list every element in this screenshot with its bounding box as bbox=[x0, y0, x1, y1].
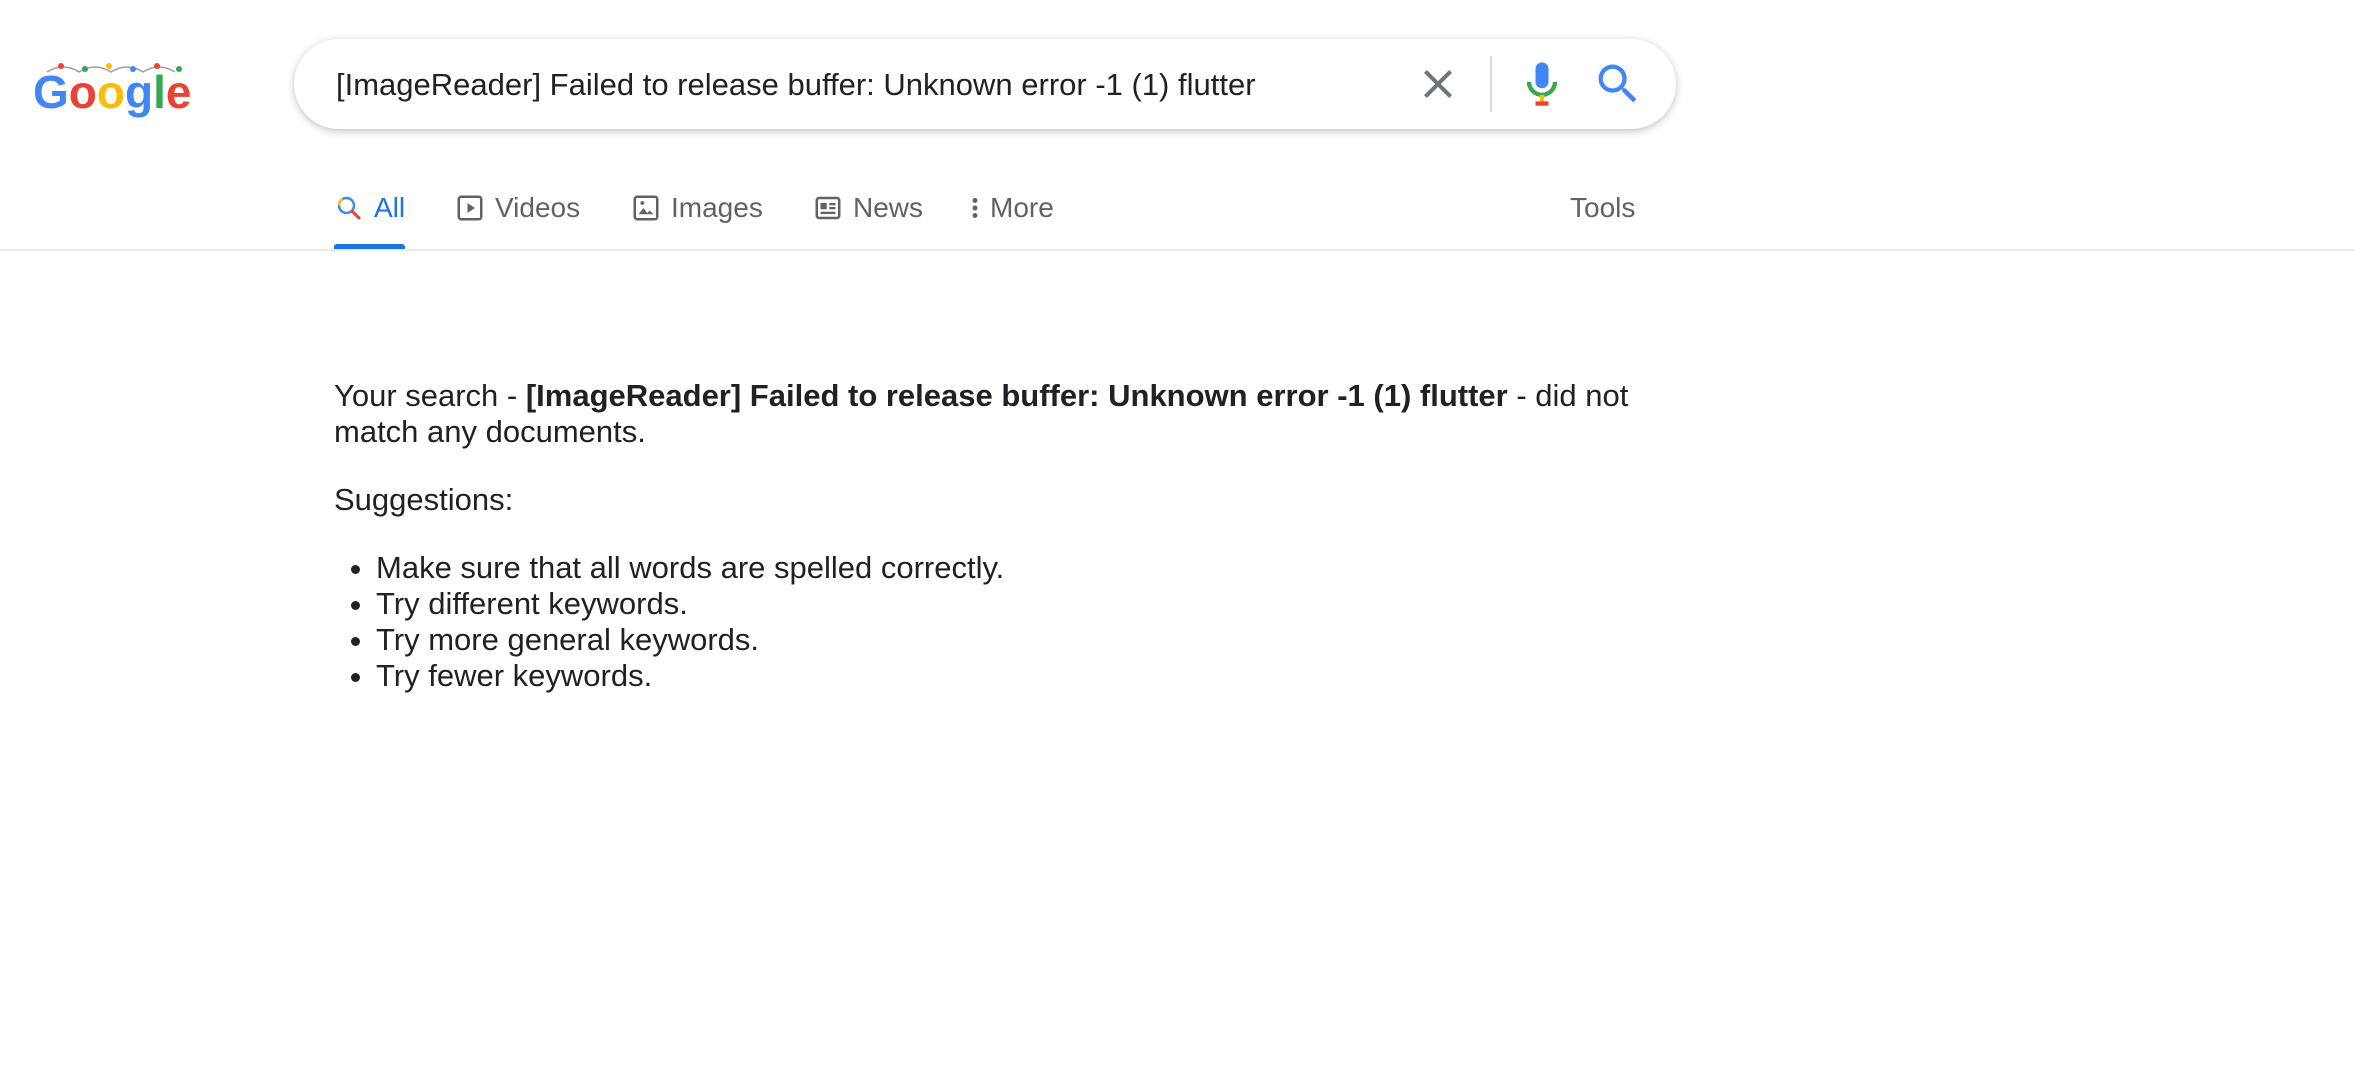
tabs-divider bbox=[0, 249, 2354, 251]
suggestion-item: Try different keywords. bbox=[376, 586, 1634, 622]
tab-label: More bbox=[990, 192, 1054, 223]
suggestion-item: Make sure that all words are spelled cor… bbox=[376, 550, 1634, 586]
google-doodle-logo: Google bbox=[33, 63, 191, 118]
tab-label: All bbox=[374, 192, 406, 223]
no-results-message: Your search - [ImageReader] Failed to re… bbox=[334, 378, 1634, 694]
search-icon bbox=[334, 193, 364, 223]
suggestions-list: Make sure that all words are spelled cor… bbox=[334, 550, 1634, 694]
search-box-divider bbox=[1490, 56, 1492, 112]
tab-all[interactable]: All bbox=[334, 180, 406, 250]
searched-query: [ImageReader] Failed to release buffer: … bbox=[525, 378, 1508, 413]
tab-more[interactable]: More bbox=[968, 180, 1054, 250]
image-icon bbox=[631, 193, 661, 223]
play-icon bbox=[455, 193, 485, 223]
tab-label: Images bbox=[671, 192, 763, 223]
no-match-prefix: Your search - bbox=[334, 378, 526, 413]
tab-images[interactable]: Images bbox=[631, 180, 763, 250]
tab-label: Videos bbox=[495, 192, 581, 223]
suggestion-item: Try fewer keywords. bbox=[376, 658, 1634, 694]
search-input[interactable] bbox=[334, 39, 1378, 131]
tab-news[interactable]: News bbox=[813, 180, 923, 250]
tab-label: News bbox=[853, 192, 924, 223]
suggestion-item: Try more general keywords. bbox=[376, 622, 1634, 658]
search-box[interactable] bbox=[294, 39, 1676, 131]
tools-label: Tools bbox=[1570, 192, 1636, 223]
google-logo[interactable]: Google bbox=[33, 56, 193, 120]
svg-text:Google: Google bbox=[33, 66, 191, 118]
tools-button[interactable]: Tools bbox=[1570, 180, 1635, 250]
suggestions-title: Suggestions: bbox=[334, 482, 514, 517]
search-tabs: All Videos Images News More Tools bbox=[0, 180, 2354, 250]
more-vertical-icon bbox=[968, 193, 982, 223]
tab-videos[interactable]: Videos bbox=[455, 180, 580, 250]
no-match-text: Your search - [ImageReader] Failed to re… bbox=[334, 378, 1634, 450]
news-icon bbox=[813, 193, 843, 223]
search-icon[interactable] bbox=[1592, 58, 1644, 110]
close-icon[interactable] bbox=[1414, 60, 1462, 108]
microphone-icon[interactable] bbox=[1516, 58, 1568, 110]
